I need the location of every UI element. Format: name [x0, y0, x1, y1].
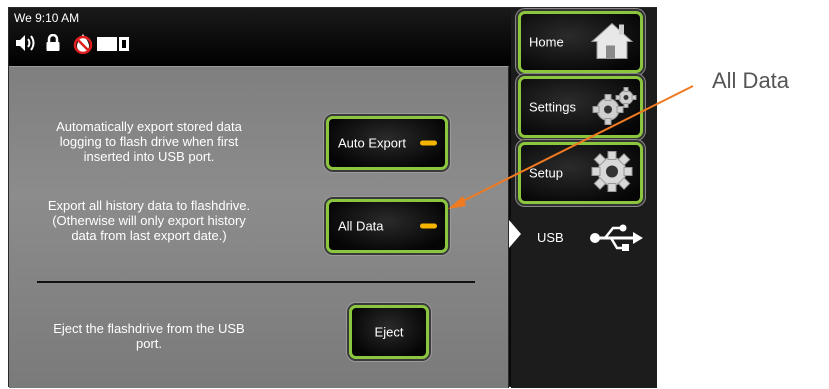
callout-label: All Data [712, 68, 790, 93]
callout-arrow [448, 85, 694, 209]
